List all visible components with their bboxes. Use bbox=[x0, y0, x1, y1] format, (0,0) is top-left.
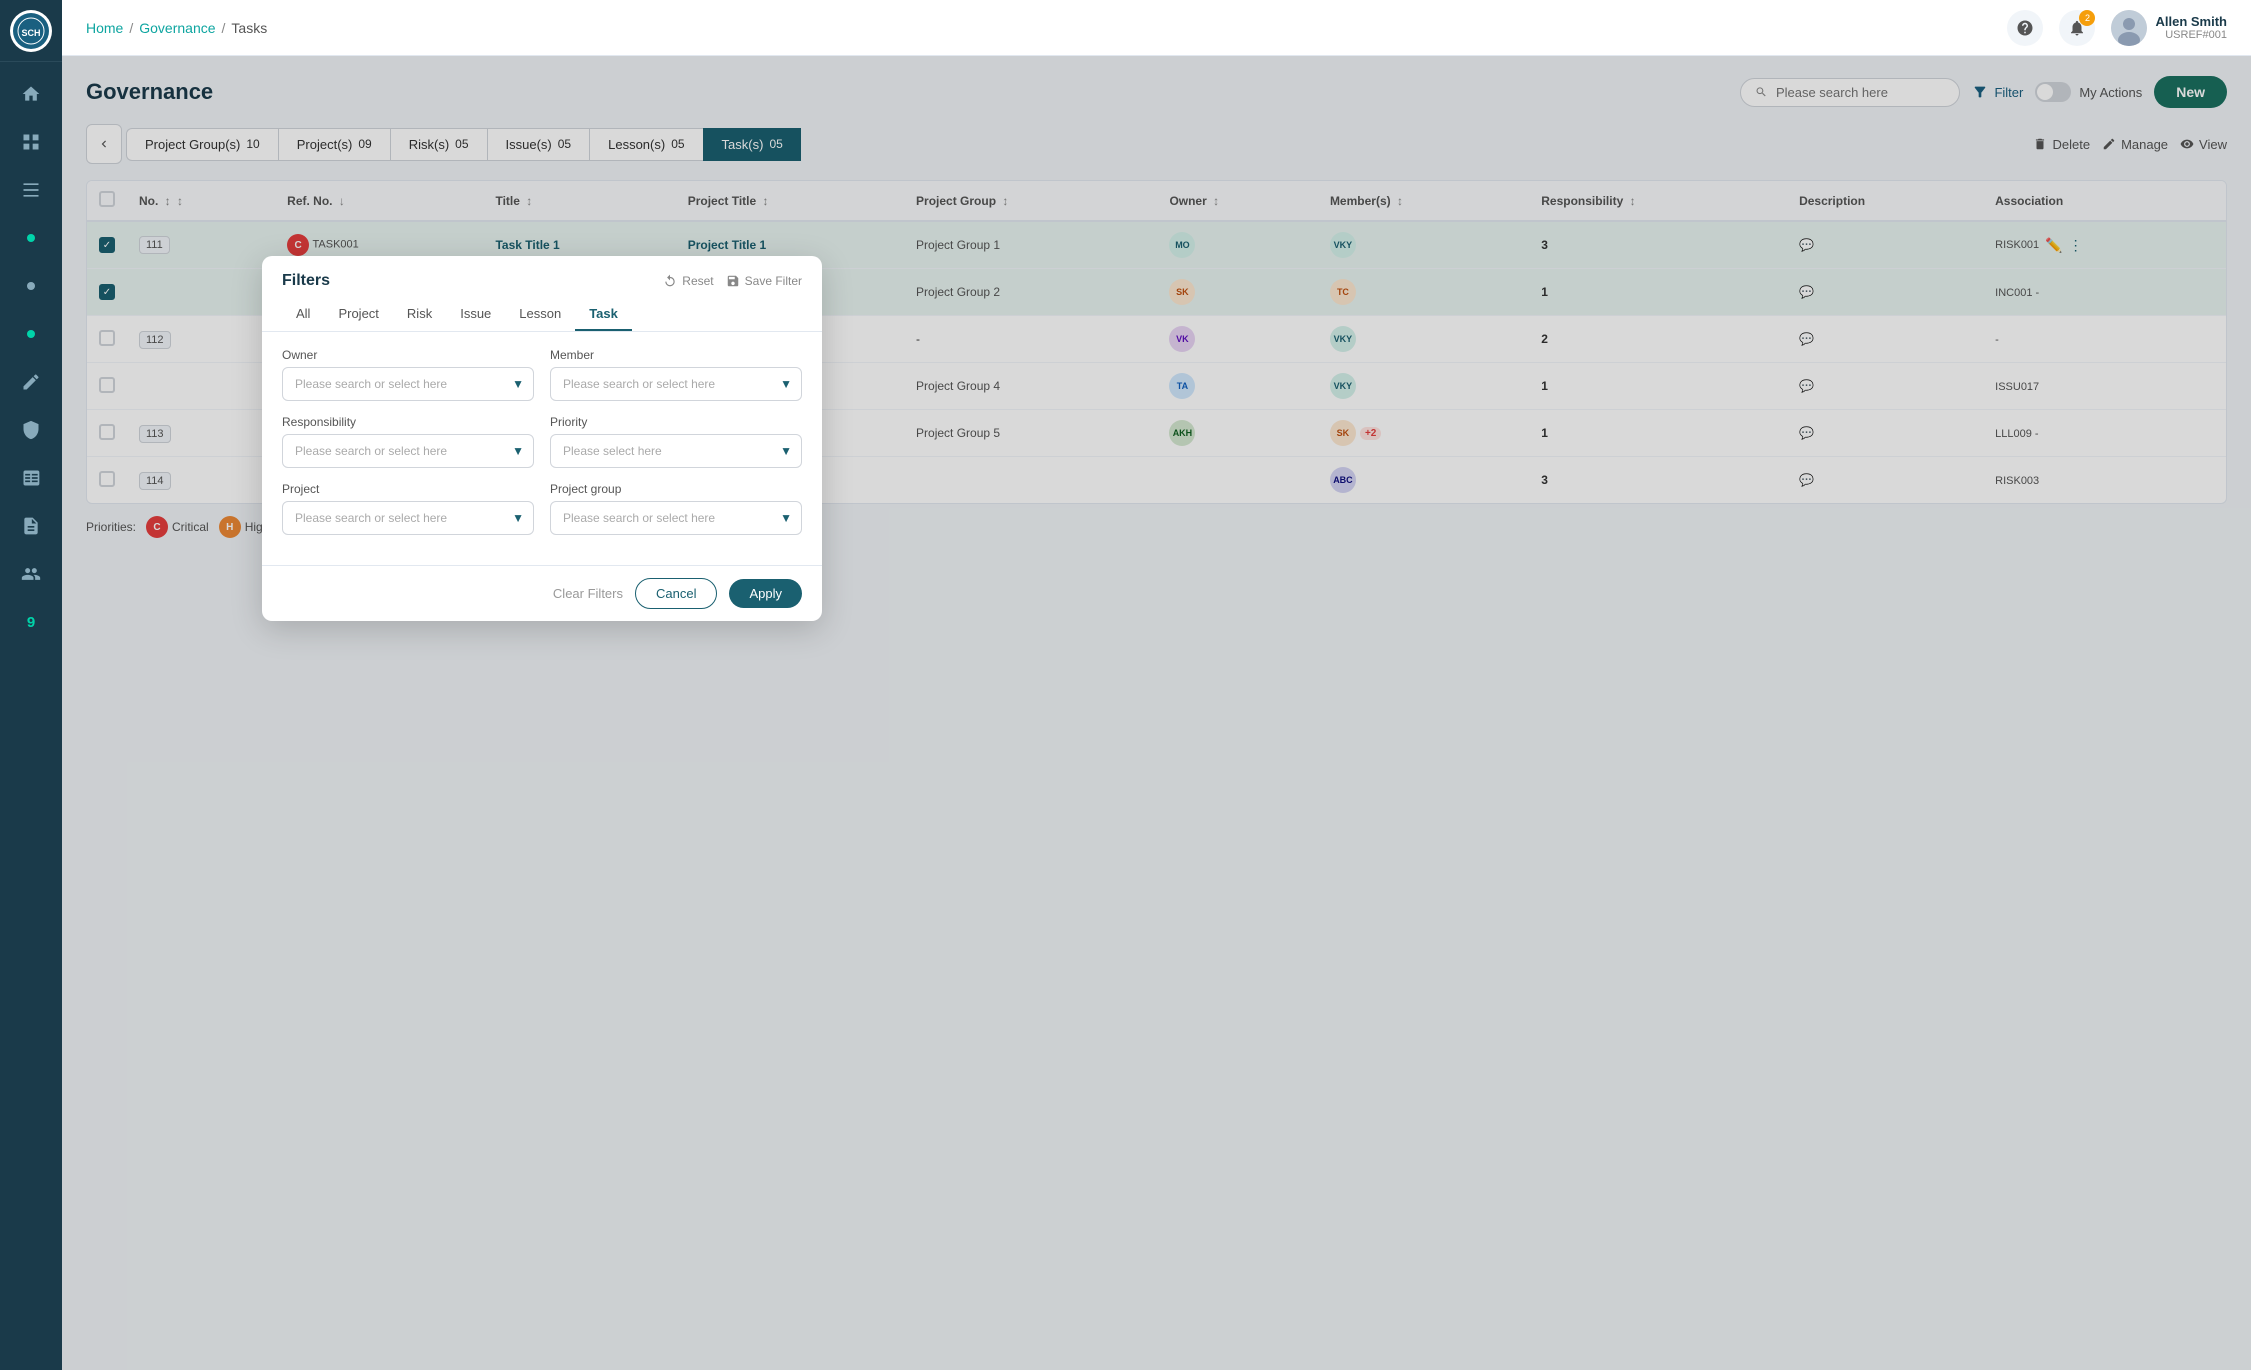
filter-tab-all[interactable]: All bbox=[282, 298, 324, 331]
filter-tab-issue[interactable]: Issue bbox=[446, 298, 505, 331]
member-label: Member bbox=[550, 348, 802, 362]
filter-tab-project[interactable]: Project bbox=[324, 298, 392, 331]
sidebar-item-projects[interactable] bbox=[0, 166, 62, 214]
save-filter-button[interactable]: Save Filter bbox=[726, 274, 802, 288]
sidebar-logo[interactable]: SCH bbox=[0, 0, 62, 62]
priority-select-wrap: Please select here ▼ bbox=[550, 434, 802, 468]
cancel-button[interactable]: Cancel bbox=[635, 578, 717, 609]
help-button[interactable] bbox=[2007, 10, 2043, 46]
reset-button[interactable]: Reset bbox=[663, 274, 713, 288]
filter-field-owner: Owner Please search or select here ▼ bbox=[282, 348, 534, 401]
filter-row-2: Responsibility Please search or select h… bbox=[282, 415, 802, 468]
owner-select-wrap: Please search or select here ▼ bbox=[282, 367, 534, 401]
owner-label: Owner bbox=[282, 348, 534, 362]
project-label: Project bbox=[282, 482, 534, 496]
breadcrumb-sep-2: / bbox=[222, 20, 226, 36]
project-group-label: Project group bbox=[550, 482, 802, 496]
filter-field-project: Project Please search or select here ▼ bbox=[282, 482, 534, 535]
filter-field-member: Member Please search or select here ▼ bbox=[550, 348, 802, 401]
sidebar-item-table[interactable] bbox=[0, 454, 62, 502]
sidebar-item-5[interactable] bbox=[0, 262, 62, 310]
project-group-select-wrap: Please search or select here ▼ bbox=[550, 501, 802, 535]
apply-button[interactable]: Apply bbox=[729, 579, 802, 608]
user-info[interactable]: Allen Smith USREF#001 bbox=[2111, 10, 2227, 46]
user-name: Allen Smith bbox=[2155, 14, 2227, 29]
sidebar-item-group[interactable] bbox=[0, 550, 62, 598]
filter-field-priority: Priority Please select here ▼ bbox=[550, 415, 802, 468]
breadcrumb-sep-1: / bbox=[129, 20, 133, 36]
filter-form: Owner Please search or select here ▼ Mem… bbox=[262, 332, 822, 565]
filter-modal-title: Filters bbox=[282, 272, 330, 290]
filter-modal-header: Filters Reset Save Filter bbox=[262, 256, 822, 298]
breadcrumb-current: Tasks bbox=[231, 20, 267, 36]
priority-select[interactable]: Please select here bbox=[550, 434, 802, 468]
sidebar: SCH bbox=[0, 0, 62, 1370]
user-text: Allen Smith USREF#001 bbox=[2155, 14, 2227, 41]
project-select-wrap: Please search or select here ▼ bbox=[282, 501, 534, 535]
main-area: Home / Governance / Tasks 2 bbox=[62, 0, 2251, 1370]
top-nav: Home / Governance / Tasks 2 bbox=[62, 0, 2251, 56]
sidebar-item-home[interactable] bbox=[0, 70, 62, 118]
sidebar-item-dashboard[interactable] bbox=[0, 118, 62, 166]
notification-badge: 2 bbox=[2079, 10, 2095, 26]
filter-row-3: Project Please search or select here ▼ P… bbox=[282, 482, 802, 535]
breadcrumb-governance[interactable]: Governance bbox=[139, 20, 215, 36]
filter-row-1: Owner Please search or select here ▼ Mem… bbox=[282, 348, 802, 401]
member-select-wrap: Please search or select here ▼ bbox=[550, 367, 802, 401]
owner-select[interactable]: Please search or select here bbox=[282, 367, 534, 401]
responsibility-select-wrap: Please search or select here ▼ bbox=[282, 434, 534, 468]
filter-modal: Filters Reset Save Filter bbox=[262, 256, 822, 621]
user-ref: USREF#001 bbox=[2155, 29, 2227, 41]
svg-text:SCH: SCH bbox=[21, 28, 40, 38]
notifications-button[interactable]: 2 bbox=[2059, 10, 2095, 46]
member-select[interactable]: Please search or select here bbox=[550, 367, 802, 401]
user-avatar bbox=[2111, 10, 2147, 46]
sidebar-item-edit[interactable] bbox=[0, 358, 62, 406]
page-content: Governance Filter My Actions bbox=[62, 56, 2251, 1370]
priority-label: Priority bbox=[550, 415, 802, 429]
project-select[interactable]: Please search or select here bbox=[282, 501, 534, 535]
filter-modal-actions: Reset Save Filter bbox=[663, 274, 802, 288]
top-nav-right: 2 Allen Smith USREF#001 bbox=[2007, 10, 2227, 46]
clear-filters-button[interactable]: Clear Filters bbox=[553, 586, 623, 601]
sidebar-item-4[interactable] bbox=[0, 214, 62, 262]
breadcrumb-home[interactable]: Home bbox=[86, 20, 123, 36]
sidebar-item-file[interactable] bbox=[0, 502, 62, 550]
project-group-select[interactable]: Please search or select here bbox=[550, 501, 802, 535]
sidebar-item-number[interactable]: 9 bbox=[0, 598, 62, 646]
sidebar-nav: 9 bbox=[0, 62, 62, 1370]
filter-tabs: All Project Risk Issue Lesson Task bbox=[262, 298, 822, 332]
save-icon bbox=[726, 274, 740, 288]
sidebar-item-shield[interactable] bbox=[0, 406, 62, 454]
filter-field-project-group: Project group Please search or select he… bbox=[550, 482, 802, 535]
responsibility-label: Responsibility bbox=[282, 415, 534, 429]
modal-overlay[interactable]: Filters Reset Save Filter bbox=[62, 56, 2251, 1370]
filter-modal-footer: Clear Filters Cancel Apply bbox=[262, 565, 822, 621]
filter-field-responsibility: Responsibility Please search or select h… bbox=[282, 415, 534, 468]
responsibility-select[interactable]: Please search or select here bbox=[282, 434, 534, 468]
app-logo: SCH bbox=[13, 13, 49, 49]
filter-tab-lesson[interactable]: Lesson bbox=[505, 298, 575, 331]
reset-icon bbox=[663, 274, 677, 288]
filter-tab-risk[interactable]: Risk bbox=[393, 298, 446, 331]
breadcrumb: Home / Governance / Tasks bbox=[86, 20, 267, 36]
reset-label: Reset bbox=[682, 274, 713, 288]
save-filter-label: Save Filter bbox=[745, 274, 802, 288]
filter-tab-task[interactable]: Task bbox=[575, 298, 632, 331]
sidebar-item-6[interactable] bbox=[0, 310, 62, 358]
